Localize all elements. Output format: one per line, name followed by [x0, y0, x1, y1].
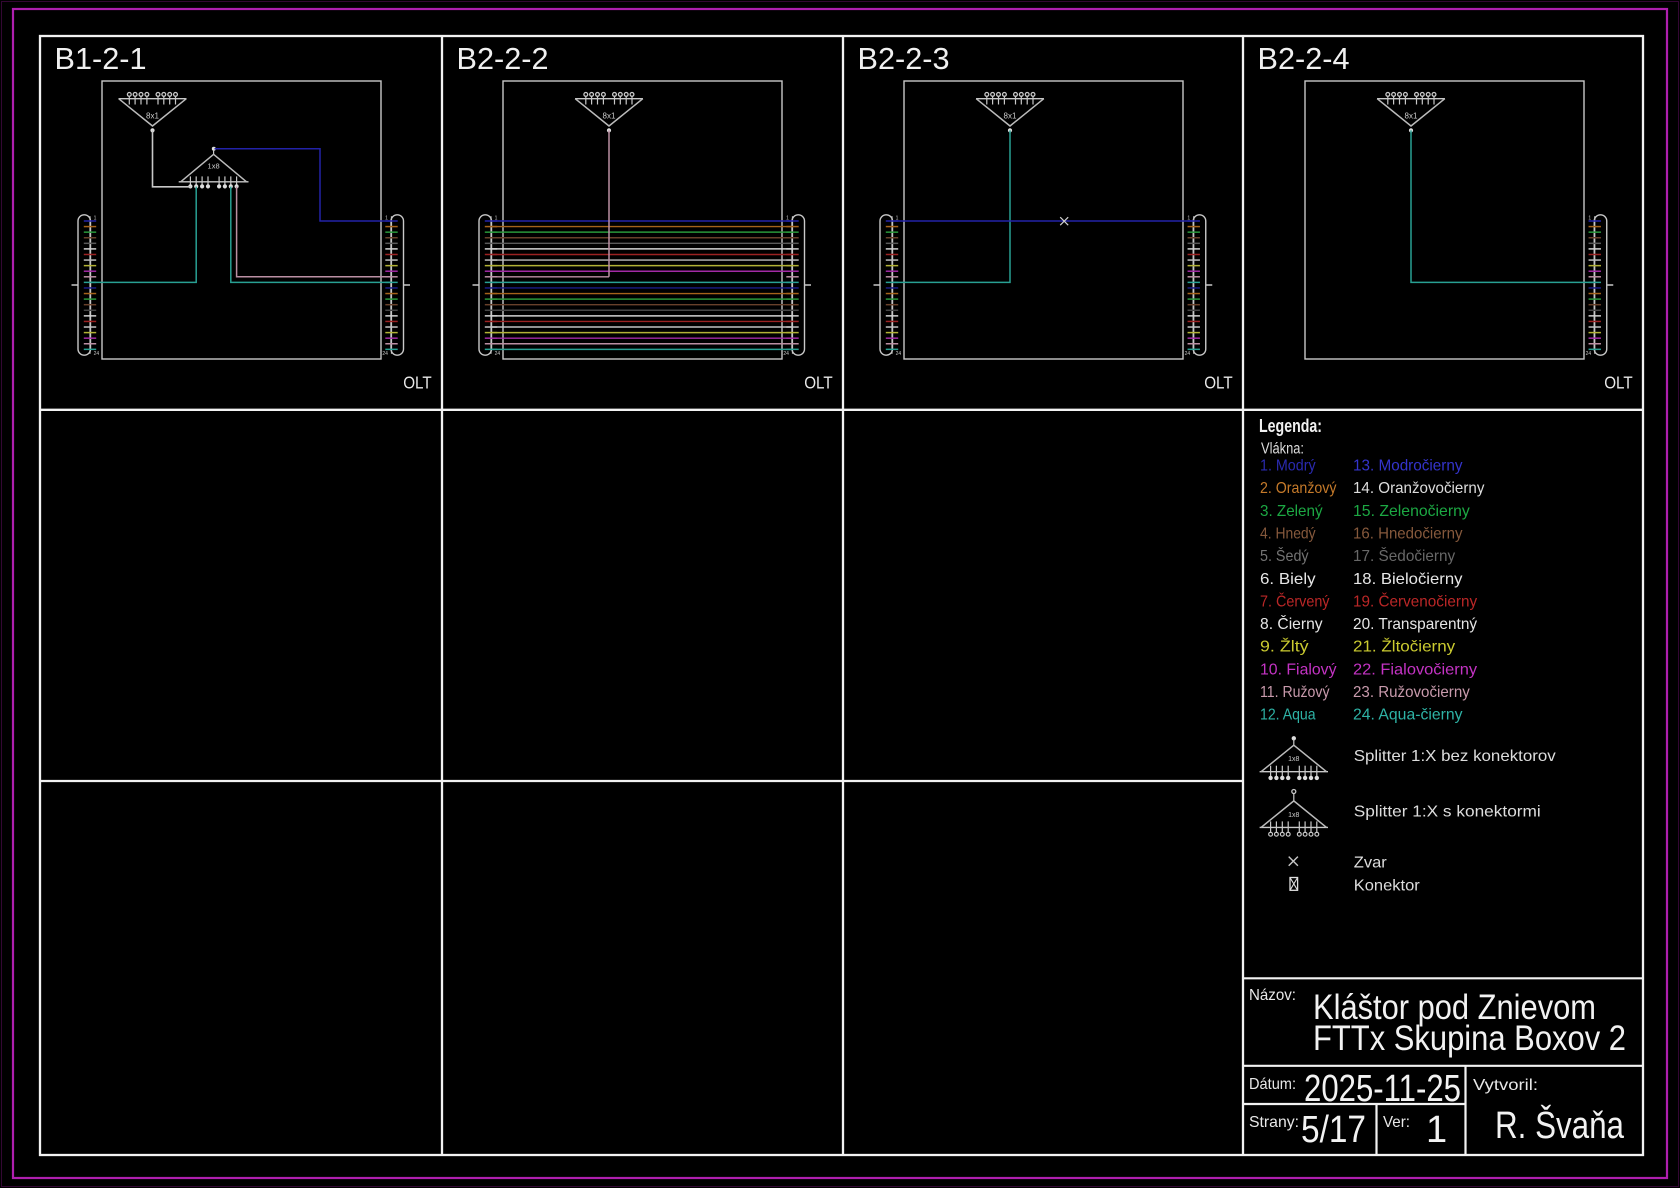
- svg-text:24: 24: [1586, 351, 1592, 357]
- svg-text:22. Fialovočierny: 22. Fialovočierny: [1353, 661, 1477, 678]
- svg-text:Splitter 1:X s konektormi: Splitter 1:X s konektormi: [1354, 804, 1541, 821]
- svg-text:1: 1: [385, 215, 388, 221]
- svg-text:2025-11-25: 2025-11-25: [1304, 1068, 1461, 1110]
- svg-text:14. Oranžovočierny: 14. Oranžovočierny: [1353, 480, 1484, 497]
- svg-text:8x1: 8x1: [146, 111, 159, 120]
- svg-text:OLT: OLT: [1604, 373, 1633, 393]
- svg-text:B2-2-4: B2-2-4: [1258, 42, 1350, 76]
- svg-text:OLT: OLT: [1204, 373, 1233, 393]
- svg-text:1. Modrý: 1. Modrý: [1260, 458, 1316, 475]
- svg-text:1x8: 1x8: [1288, 756, 1299, 763]
- svg-text:20. Transparentný: 20. Transparentný: [1353, 616, 1477, 633]
- svg-text:8x1: 8x1: [603, 111, 616, 120]
- svg-text:5/17: 5/17: [1301, 1109, 1366, 1151]
- svg-text:Názov:: Názov:: [1249, 987, 1296, 1004]
- svg-text:19. Červenočierny: 19. Červenočierny: [1353, 591, 1477, 610]
- svg-text:B1-2-1: B1-2-1: [55, 42, 147, 76]
- svg-text:8. Čierny: 8. Čierny: [1260, 614, 1323, 633]
- svg-text:Splitter 1:X bez konektorov: Splitter 1:X bez konektorov: [1354, 748, 1556, 765]
- svg-text:17. Šedočierny: 17. Šedočierny: [1353, 546, 1455, 565]
- svg-text:24: 24: [94, 351, 100, 357]
- svg-text:Vlákna:: Vlákna:: [1261, 441, 1304, 458]
- svg-text:12. Aqua: 12. Aqua: [1260, 707, 1316, 724]
- svg-text:Legenda:: Legenda:: [1259, 416, 1322, 436]
- svg-text:R. Švaňa: R. Švaňa: [1495, 1103, 1625, 1147]
- svg-text:Dátum:: Dátum:: [1249, 1076, 1296, 1093]
- svg-text:24: 24: [495, 351, 501, 357]
- svg-text:4. Hnedý: 4. Hnedý: [1260, 526, 1316, 543]
- svg-text:OLT: OLT: [804, 373, 833, 393]
- svg-text:8x1: 8x1: [1004, 111, 1017, 120]
- svg-text:23. Ružovočierny: 23. Ružovočierny: [1353, 684, 1470, 701]
- svg-text:2. Oranžový: 2. Oranžový: [1260, 480, 1337, 497]
- svg-text:1: 1: [1187, 215, 1190, 221]
- svg-text:16. Hnedočierny: 16. Hnedočierny: [1353, 526, 1463, 543]
- svg-text:B2-2-2: B2-2-2: [457, 42, 549, 76]
- svg-text:11. Ružový: 11. Ružový: [1260, 684, 1330, 701]
- svg-text:1: 1: [896, 215, 899, 221]
- svg-text:Konektor: Konektor: [1354, 878, 1421, 895]
- svg-text:Ver:: Ver:: [1383, 1114, 1410, 1131]
- svg-text:24: 24: [783, 351, 789, 357]
- svg-text:10. Fialový: 10. Fialový: [1260, 661, 1337, 678]
- svg-text:1: 1: [495, 215, 498, 221]
- svg-text:21. Žltočierny: 21. Žltočierny: [1353, 637, 1455, 656]
- svg-text:3. Zelený: 3. Zelený: [1260, 503, 1323, 520]
- svg-text:Zvar: Zvar: [1354, 855, 1388, 872]
- svg-text:15. Zelenočierny: 15. Zelenočierny: [1353, 503, 1470, 520]
- svg-text:1: 1: [1588, 215, 1591, 221]
- svg-text:24: 24: [1185, 351, 1191, 357]
- svg-text:13. Modročierny: 13. Modročierny: [1353, 458, 1463, 475]
- svg-text:24: 24: [382, 351, 388, 357]
- svg-text:8x1: 8x1: [1405, 111, 1418, 120]
- svg-text:5. Šedý: 5. Šedý: [1260, 546, 1309, 565]
- svg-text:FTTx Skupina Boxov 2: FTTx Skupina Boxov 2: [1313, 1019, 1626, 1058]
- svg-text:24: 24: [896, 351, 902, 357]
- svg-text:18. Bieločierny: 18. Bieločierny: [1353, 571, 1463, 588]
- svg-text:OLT: OLT: [403, 373, 432, 393]
- svg-text:B2-2-3: B2-2-3: [858, 42, 950, 76]
- svg-text:6. Biely: 6. Biely: [1260, 571, 1316, 588]
- svg-text:9. Žltý: 9. Žltý: [1260, 637, 1309, 656]
- svg-text:1x8: 1x8: [208, 162, 220, 171]
- svg-text:1: 1: [94, 215, 97, 221]
- svg-text:1: 1: [1426, 1109, 1447, 1151]
- svg-text:1: 1: [786, 215, 789, 221]
- svg-text:24. Aqua-čierny: 24. Aqua-čierny: [1353, 707, 1463, 724]
- svg-text:7. Červený: 7. Červený: [1260, 591, 1330, 610]
- svg-text:1x8: 1x8: [1288, 812, 1299, 819]
- svg-text:Vytvoril:: Vytvoril:: [1473, 1077, 1538, 1094]
- svg-text:Strany:: Strany:: [1249, 1114, 1299, 1131]
